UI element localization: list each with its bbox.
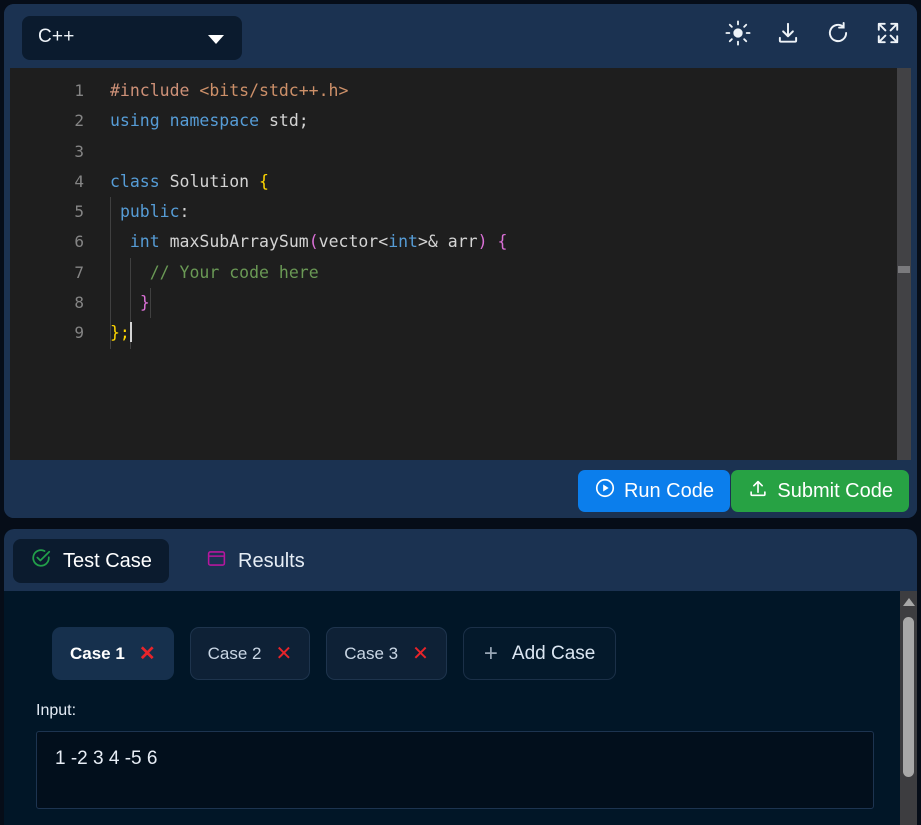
close-icon[interactable]: ✕: [275, 644, 292, 664]
test-case-tabbar: Test Case Results: [4, 529, 917, 591]
editor-footer: Run Code Submit Code: [4, 460, 917, 518]
code-line: 5 public:: [10, 197, 890, 228]
case-chip-row: Case 1 ✕ Case 2 ✕ Case 3 ✕ + Add Case: [52, 627, 617, 680]
test-case-body: Case 1 ✕ Case 2 ✕ Case 3 ✕ + Add Case Input: 1 …: [4, 591, 917, 825]
submit-code-button[interactable]: Submit Code: [731, 470, 909, 512]
tab-results[interactable]: Results: [189, 539, 322, 583]
line-number: 8: [74, 293, 84, 313]
input-textarea[interactable]: 1 -2 3 4 -5 6: [36, 731, 874, 809]
line-number: 2: [74, 111, 84, 131]
test-case-vertical-scrollbar[interactable]: [900, 591, 917, 825]
submit-code-label: Submit Code: [777, 479, 893, 502]
code-line: 8 }: [10, 288, 890, 319]
case-chip-label: Case 3: [344, 643, 399, 663]
line-number: 7: [74, 262, 84, 282]
chevron-down-icon: [208, 35, 224, 44]
code-line-text: class Solution {: [110, 171, 269, 191]
case-chip-label: Case 2: [207, 643, 262, 663]
window-icon: [206, 548, 227, 575]
code-text-area[interactable]: 1 #include <bits/stdc++.h> 2 using namespac…: [10, 68, 911, 460]
upload-icon: [747, 477, 769, 505]
code-line: 6 int maxSubArraySum(vector<int>& arr) {: [10, 227, 890, 258]
tab-test-case-label: Test Case: [63, 549, 152, 572]
close-icon[interactable]: ✕: [412, 644, 429, 664]
check-circle-icon: [30, 547, 52, 575]
editor-header-icons: [723, 18, 903, 48]
add-case-label: Add Case: [511, 642, 596, 664]
test-case-scrollbar-thumb[interactable]: [903, 617, 914, 777]
code-line: 3: [10, 137, 890, 167]
code-line: 2 using namespace std;: [10, 106, 890, 136]
code-lines: 1 #include <bits/stdc++.h> 2 using namespac…: [10, 76, 890, 349]
code-line: 9};: [10, 318, 890, 349]
code-line-text: public:: [119, 202, 190, 222]
line-number: 6: [74, 232, 84, 252]
theme-toggle-icon[interactable]: [723, 18, 753, 48]
add-case-button[interactable]: + Add Case: [462, 627, 617, 680]
reset-icon[interactable]: [823, 18, 853, 48]
line-number: 5: [74, 202, 84, 222]
input-value: 1 -2 3 4 -5 6: [55, 748, 158, 769]
tab-results-label: Results: [238, 549, 305, 572]
close-icon[interactable]: ✕: [139, 644, 156, 664]
text-cursor: [129, 322, 132, 343]
line-number: 4: [74, 171, 84, 191]
run-code-label: Run Code: [623, 479, 714, 502]
code-line-text: using namespace std;: [110, 111, 309, 131]
code-line-text: // Your code here: [149, 262, 319, 282]
code-line-text: int maxSubArraySum(vector<int>& arr) {: [129, 232, 508, 252]
download-icon[interactable]: [773, 18, 803, 48]
case-chip-label: Case 1: [70, 643, 125, 663]
tab-test-case[interactable]: Test Case: [13, 539, 169, 583]
code-line-text: #include <bits/stdc++.h>: [110, 81, 349, 100]
editor-vertical-scrollbar[interactable]: [897, 68, 911, 460]
language-select-label: C++: [38, 26, 75, 47]
code-line: 7 // Your code here: [10, 257, 890, 289]
plus-icon: +: [483, 639, 498, 667]
run-code-button[interactable]: Run Code: [577, 470, 730, 512]
line-number: 3: [74, 141, 84, 161]
code-line: 4 class Solution {: [10, 167, 890, 197]
indent-guide: [150, 288, 151, 319]
scroll-up-arrow-icon[interactable]: [903, 598, 915, 606]
language-select[interactable]: C++: [22, 16, 242, 60]
editor-header: C++: [4, 4, 917, 68]
code-editor-panel: C++ 1 #include <bits/stdc++.h> 2 using n…: [4, 4, 917, 518]
play-circle-icon: [594, 477, 616, 505]
input-label: Input:: [36, 702, 77, 719]
line-number: 9: [74, 323, 84, 343]
test-case-panel: Test Case Results Case 1 ✕ Case 2 ✕ Case 3 ✕ +…: [4, 529, 917, 825]
code-line: 1 #include <bits/stdc++.h>: [10, 76, 890, 106]
fullscreen-icon[interactable]: [873, 18, 903, 48]
case-chip[interactable]: Case 3 ✕: [326, 627, 447, 680]
case-chip[interactable]: Case 2 ✕: [189, 627, 311, 680]
line-number: 1: [74, 81, 84, 100]
editor-scrollbar-thumb[interactable]: [898, 266, 910, 273]
case-chip[interactable]: Case 1 ✕: [52, 627, 174, 680]
code-line-text: }: [139, 293, 150, 313]
code-line-text: };: [110, 322, 132, 343]
